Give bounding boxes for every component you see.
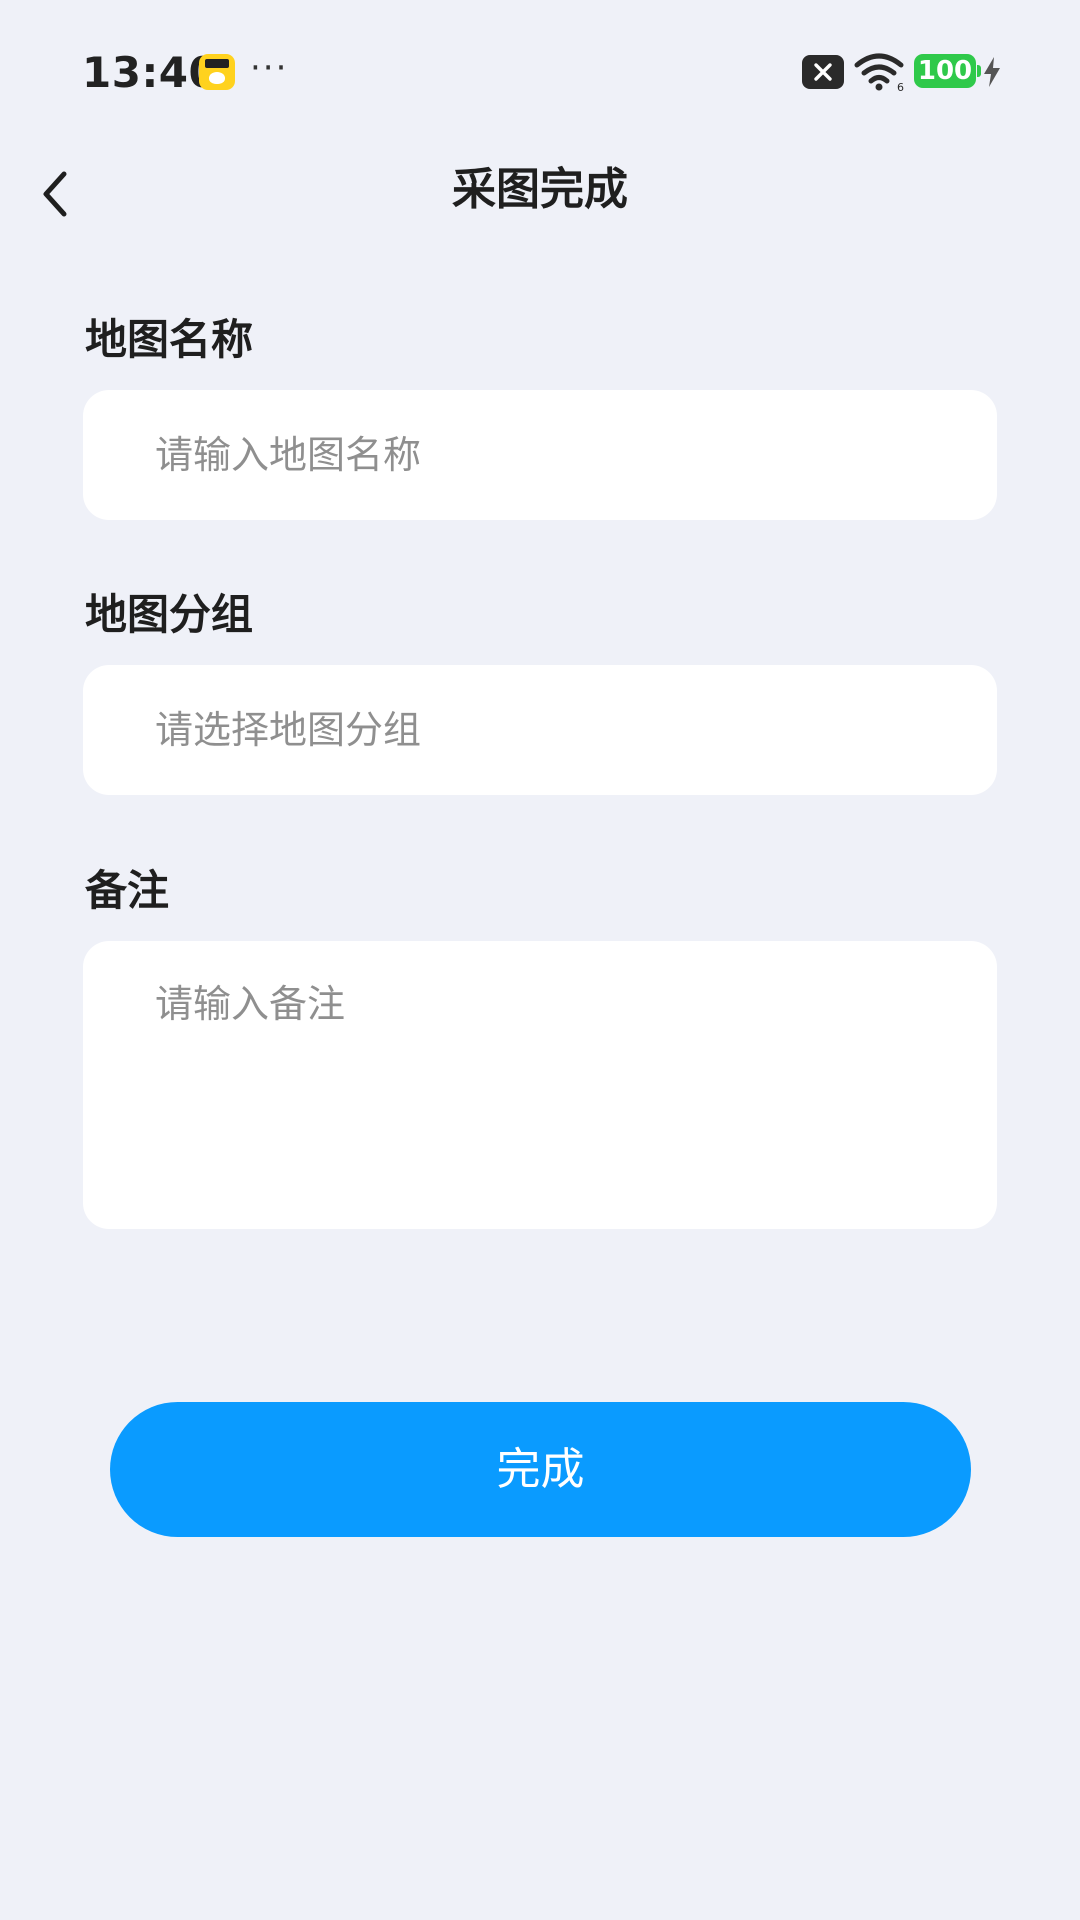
wifi-icon: 6	[854, 53, 904, 92]
map-group-field	[83, 665, 997, 795]
notes-field	[83, 941, 997, 1229]
nav-bar: 采图完成	[0, 140, 1080, 240]
sim-disabled-icon	[802, 55, 844, 89]
notes-label: 备注	[85, 866, 170, 915]
map-name-label: 地图名称	[85, 315, 254, 364]
map-name-field	[83, 390, 997, 520]
status-time: 13:40	[82, 48, 219, 97]
battery-icon: 100	[914, 54, 981, 88]
status-bar: 13:40 ··· 6 100	[0, 0, 1080, 140]
map-group-select[interactable]	[155, 665, 957, 795]
svg-text:6: 6	[897, 81, 904, 92]
map-group-label: 地图分组	[85, 590, 254, 639]
charging-bolt-icon	[984, 57, 1000, 87]
battery-level: 100	[917, 56, 973, 86]
app-badge-icon	[199, 54, 235, 90]
notes-textarea[interactable]	[155, 979, 957, 1199]
map-name-input[interactable]	[155, 390, 957, 520]
more-notifications-icon: ···	[250, 48, 289, 88]
page-title: 采图完成	[452, 164, 628, 215]
finish-button[interactable]: 完成	[110, 1402, 971, 1537]
